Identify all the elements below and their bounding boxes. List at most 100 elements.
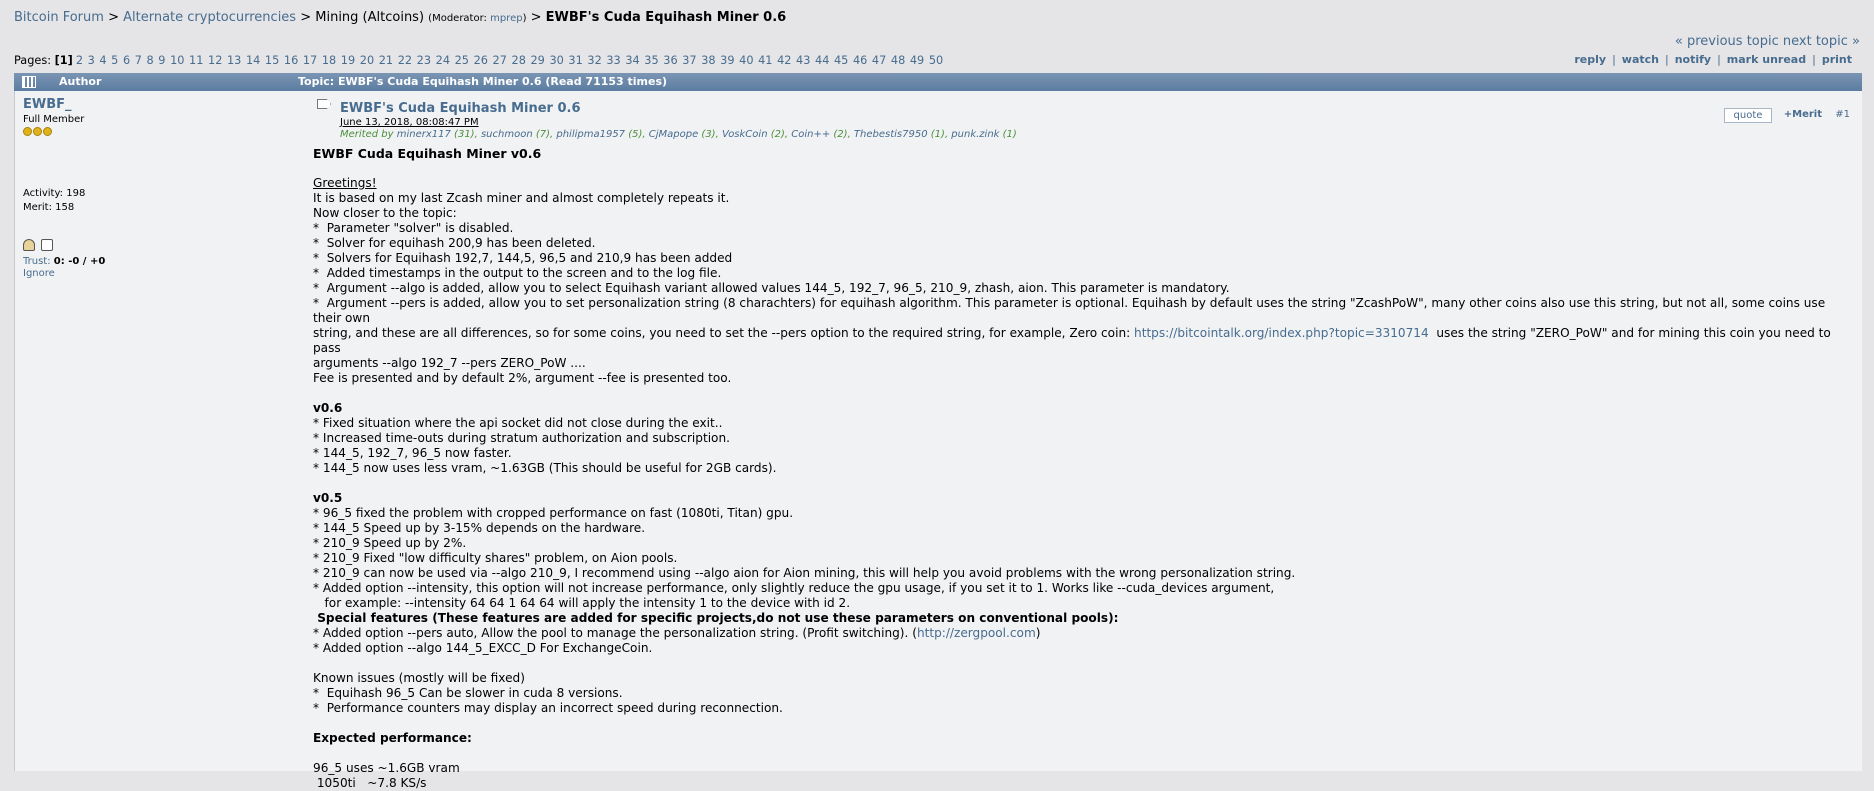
text-line: * Solvers for Equihash 192,7, 144,5, 96,…	[313, 251, 733, 265]
page-link[interactable]: 5	[111, 54, 118, 67]
merit-button[interactable]: +Merit	[1784, 109, 1822, 120]
page-link[interactable]: 2	[76, 54, 83, 67]
page-link[interactable]: 42	[777, 54, 791, 67]
ignore-link[interactable]: Ignore	[23, 268, 55, 279]
merit-user-link[interactable]: punk.zink	[951, 129, 999, 140]
text-line: 1050ti ~7.8 KS/s	[313, 776, 427, 790]
breadcrumb-subboard-link[interactable]: Mining (Altcoins)	[315, 10, 424, 25]
special-line-2: * Added option --algo 144_5_EXCC_D For E…	[313, 641, 653, 655]
v05-changelog: * 96_5 fixed the problem with cropped pe…	[313, 506, 1843, 611]
separator: |	[1612, 53, 1616, 66]
page-link[interactable]: 33	[606, 54, 620, 67]
page-link[interactable]: 25	[455, 54, 469, 67]
topic-icon	[22, 76, 36, 88]
page-link[interactable]: 40	[739, 54, 753, 67]
page-link[interactable]: 46	[853, 54, 867, 67]
print-button[interactable]: print	[1822, 53, 1852, 66]
page-link[interactable]: 6	[123, 54, 130, 67]
page-link[interactable]: 31	[568, 54, 582, 67]
page-link[interactable]: 11	[189, 54, 203, 67]
page-link[interactable]: 21	[379, 54, 393, 67]
moderator-link[interactable]: mprep	[490, 13, 522, 24]
page-link[interactable]: 28	[512, 54, 526, 67]
page-link[interactable]: 15	[265, 54, 279, 67]
page-link[interactable]: 37	[682, 54, 696, 67]
merit-user-link[interactable]: Coin++	[791, 129, 830, 140]
merited-by: Merited by minerx117 (31), suchmoon (7),…	[340, 129, 1017, 140]
merited-by-label: Merited by	[340, 129, 394, 140]
breadcrumb-forum-link[interactable]: Bitcoin Forum	[14, 10, 104, 25]
topic-actions: reply | watch | notify | mark unread | print	[1574, 53, 1852, 66]
previous-topic-link[interactable]: « previous topic	[1675, 34, 1779, 49]
breadcrumb-board-link[interactable]: Alternate cryptocurrencies	[123, 10, 296, 25]
mark-unread-button[interactable]: mark unread	[1727, 53, 1806, 66]
merit-user-link[interactable]: suchmoon	[481, 129, 533, 140]
poster-icons	[23, 239, 263, 253]
watch-button[interactable]: watch	[1622, 53, 1659, 66]
page-link[interactable]: 35	[644, 54, 658, 67]
merit-user-link[interactable]: philipma1957	[556, 129, 625, 140]
current-page: [1]	[54, 54, 73, 67]
topic-header-bar: Author Topic: EWBF's Cuda Equihash Miner…	[14, 73, 1862, 91]
page-link[interactable]: 20	[360, 54, 374, 67]
merit-user-link[interactable]: Thebestis7950	[854, 129, 928, 140]
message-icon[interactable]	[41, 239, 53, 251]
post-subject-link[interactable]: EWBF's Cuda Equihash Miner 0.6	[340, 101, 581, 116]
star-icon	[43, 127, 52, 136]
page-link[interactable]: 30	[549, 54, 563, 67]
page-link[interactable]: 23	[417, 54, 431, 67]
page-link[interactable]: 44	[815, 54, 829, 67]
reply-button[interactable]: reply	[1574, 53, 1606, 66]
page-link[interactable]: 27	[493, 54, 507, 67]
page-link[interactable]: 43	[796, 54, 810, 67]
page-link[interactable]: 36	[663, 54, 677, 67]
page-link[interactable]: 16	[284, 54, 298, 67]
page-link[interactable]: 10	[170, 54, 184, 67]
page-link[interactable]: 12	[208, 54, 222, 67]
zero-coin-link[interactable]: https://bitcointalk.org/index.php?topic=…	[1134, 326, 1429, 340]
page-link[interactable]: 41	[758, 54, 772, 67]
text-line: * Argument --algo is added, allow you to…	[313, 281, 1230, 295]
text-line: * Fixed situation where the api socket d…	[313, 416, 723, 430]
breadcrumb-separator: >	[296, 10, 316, 25]
page-link[interactable]: 24	[436, 54, 450, 67]
page-link[interactable]: 26	[474, 54, 488, 67]
merit-user-link[interactable]: VoskCoin	[722, 129, 768, 140]
page-link[interactable]: 39	[720, 54, 734, 67]
page-link[interactable]: 19	[341, 54, 355, 67]
profile-icon[interactable]	[23, 239, 35, 251]
text-line: * Added option --intensity, this option …	[313, 581, 1275, 595]
page-link[interactable]: 48	[891, 54, 905, 67]
page-link[interactable]: 8	[147, 54, 154, 67]
page-link[interactable]: 47	[872, 54, 886, 67]
page-link[interactable]: 9	[158, 54, 165, 67]
star-icon	[23, 127, 32, 136]
page-link[interactable]: 38	[701, 54, 715, 67]
breadcrumb-topic: EWBF's Cuda Equihash Miner 0.6	[545, 10, 787, 25]
page-link[interactable]: 18	[322, 54, 336, 67]
known-issues-title: Known issues (mostly will be fixed)	[313, 671, 525, 685]
zergpool-link[interactable]: http://zergpool.com	[917, 626, 1036, 640]
page-link[interactable]: 3	[88, 54, 95, 67]
quote-button[interactable]: quote	[1724, 108, 1772, 123]
next-topic-link[interactable]: next topic »	[1783, 34, 1860, 49]
page-link[interactable]: 32	[587, 54, 601, 67]
poster-name-link[interactable]: EWBF_	[23, 97, 72, 112]
page-link[interactable]: 29	[530, 54, 544, 67]
trust-label[interactable]: Trust:	[23, 256, 51, 267]
page-link[interactable]: 34	[625, 54, 639, 67]
page-link[interactable]: 4	[99, 54, 106, 67]
page-link[interactable]: 14	[246, 54, 260, 67]
page-link[interactable]: 49	[910, 54, 924, 67]
merit-user-link[interactable]: CjMapope	[649, 129, 698, 140]
notify-button[interactable]: notify	[1675, 53, 1711, 66]
page-link[interactable]: 45	[834, 54, 848, 67]
page-link[interactable]: 13	[227, 54, 241, 67]
page-link[interactable]: 22	[398, 54, 412, 67]
page-link[interactable]: 17	[303, 54, 317, 67]
page-link[interactable]: 50	[929, 54, 943, 67]
merit-user-link[interactable]: minerx117	[397, 129, 451, 140]
page-link[interactable]: 7	[135, 54, 142, 67]
post-number-link[interactable]: #1	[1835, 109, 1850, 120]
